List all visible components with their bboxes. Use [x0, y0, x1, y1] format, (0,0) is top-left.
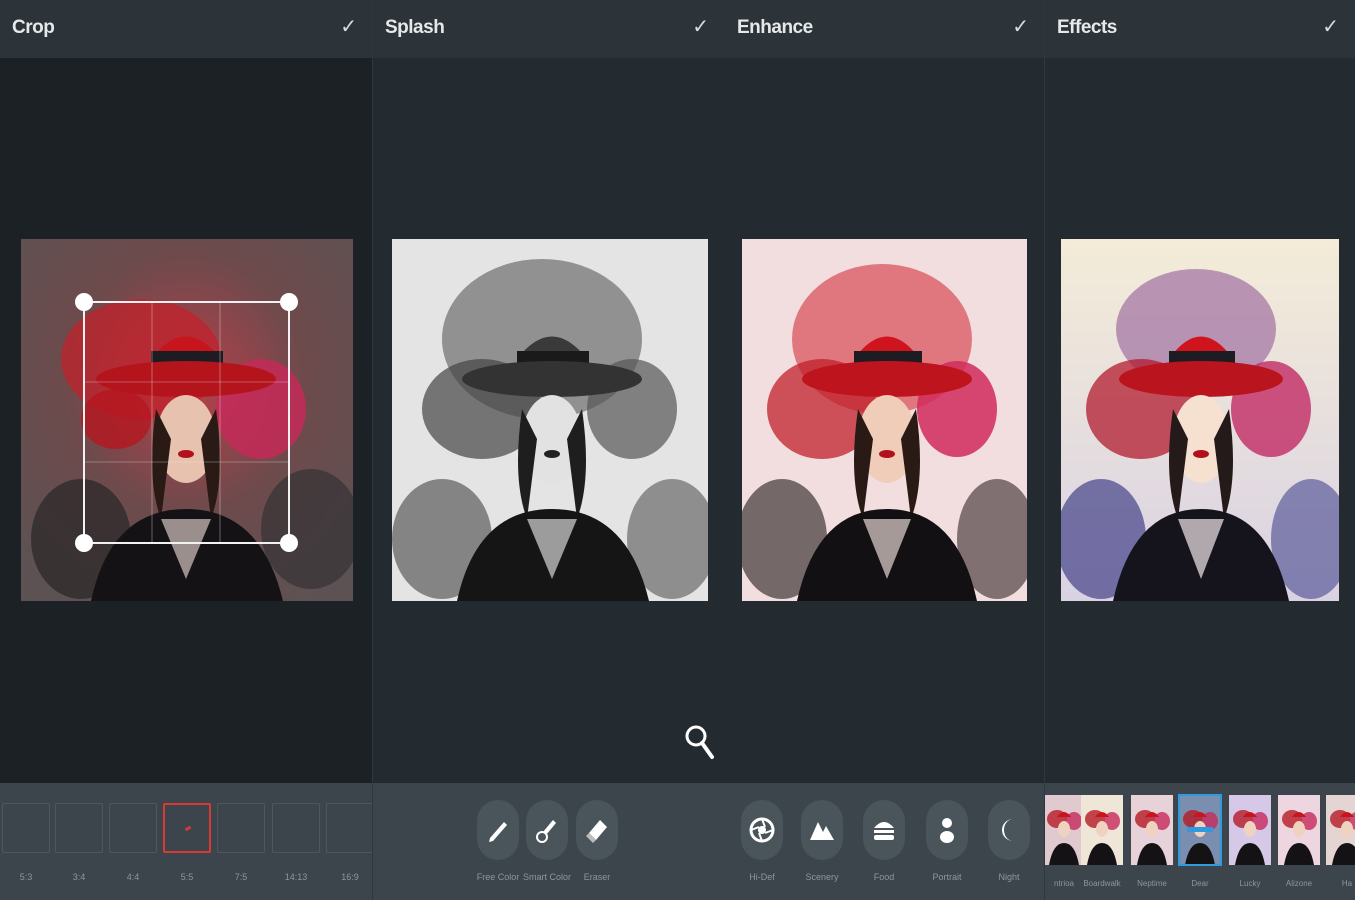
enhance-tool-button[interactable] [863, 800, 905, 860]
crop-ratio-option[interactable] [272, 803, 320, 853]
effect-thumbnail[interactable] [1045, 795, 1085, 865]
effect-thumbnail[interactable] [1278, 795, 1320, 865]
splash-tool-button[interactable] [526, 800, 568, 860]
pencil-icon [489, 822, 507, 842]
splash-panel: Splash ✓ Free Color Smart Color Eraser [373, 0, 725, 900]
crop-title: Crop [12, 17, 55, 38]
effects-title: Effects [1057, 17, 1117, 38]
effect-label: Boardwalk [1083, 879, 1121, 888]
enhance-tool-label: Scenery [805, 872, 839, 882]
burger-icon [874, 822, 894, 840]
crop-panel: Crop ✓ 5:3 3:4 4:4 5:5 7:5 14:13 16:9 [0, 0, 373, 900]
effect-preview [1233, 810, 1268, 865]
enhance-tool-button[interactable] [926, 800, 968, 860]
crop-ratio-option[interactable] [2, 803, 50, 853]
crop-ratio-option[interactable] [55, 803, 103, 853]
crop-confirm-checkmark-icon[interactable]: ✓ [340, 14, 357, 38]
crop-photo [21, 239, 353, 601]
splash-confirm-checkmark-icon[interactable]: ✓ [692, 14, 709, 38]
crop-ratio-label: 16:9 [341, 872, 359, 882]
enhance-panel: Enhance ✓ Hi-Def Scenery Food Portrait N… [725, 0, 1045, 900]
enhance-confirm-checkmark-icon[interactable]: ✓ [1012, 14, 1029, 38]
effect-preview [1047, 810, 1082, 865]
effect-label: Ha [1341, 879, 1353, 888]
moon-icon [1002, 819, 1013, 841]
crop-handle-bottom-left[interactable] [75, 534, 93, 552]
crop-ratio-option[interactable] [109, 803, 157, 853]
crop-ratio-label: 14:13 [284, 872, 308, 882]
panel-divider [372, 0, 373, 900]
selected-marker [184, 825, 192, 832]
crop-ratio-label: 4:4 [126, 872, 140, 882]
crop-handle-top-left[interactable] [75, 293, 93, 311]
crop-ratio-label: 5:5 [180, 872, 194, 882]
effect-preview [1183, 810, 1218, 865]
effect-preview [1085, 810, 1120, 865]
panel-divider [1044, 0, 1045, 900]
enhance-tool-button[interactable] [801, 800, 843, 860]
splash-tool-label: Eraser [583, 872, 611, 882]
enhance-title: Enhance [737, 17, 813, 38]
enhance-tool-label: Portrait [932, 872, 962, 882]
brush-icon [536, 820, 556, 843]
aperture-icon [749, 817, 775, 843]
effect-preview [1330, 810, 1355, 865]
effect-thumbnail[interactable] [1229, 795, 1271, 865]
effect-thumbnail[interactable] [1131, 795, 1173, 865]
crop-ratio-option[interactable] [217, 803, 265, 853]
enhance-topbar: Enhance ✓ [725, 0, 1045, 58]
person-icon [940, 818, 954, 843]
effect-label: Lucky [1239, 879, 1261, 888]
enhance-tool-label: Hi-Def [749, 872, 775, 882]
crop-ratio-option[interactable] [163, 803, 211, 853]
eraser-icon [586, 820, 607, 843]
enhance-photo [742, 239, 1027, 601]
splash-topbar: Splash ✓ [373, 0, 725, 58]
effect-preview [1135, 810, 1170, 865]
effects-panel: Effects ✓ ntrioa Boardwalk Neptime Dear … [1045, 0, 1355, 900]
effect-thumbnail[interactable] [1178, 794, 1222, 866]
effect-label: Dear [1191, 879, 1209, 888]
crop-handle-top-right[interactable] [280, 293, 298, 311]
crop-ratio-label: 3:4 [72, 872, 86, 882]
effect-label: Alizone [1285, 879, 1313, 888]
crop-ratio-option[interactable] [326, 803, 373, 853]
splash-photo [392, 239, 708, 601]
enhance-tool-button[interactable] [988, 800, 1030, 860]
crop-ratio-label: 5:3 [19, 872, 33, 882]
enhance-tool-label: Night [998, 872, 1020, 882]
effect-preview [1282, 810, 1317, 865]
crop-handle-bottom-right[interactable] [280, 534, 298, 552]
enhance-tool-button[interactable] [741, 800, 783, 860]
effects-topbar: Effects ✓ [1045, 0, 1355, 58]
effects-confirm-checkmark-icon[interactable]: ✓ [1322, 14, 1339, 38]
magnifier-icon[interactable] [684, 724, 716, 762]
splash-tool-button[interactable] [477, 800, 519, 860]
app-screenshot: Crop ✓ 5:3 3:4 4:4 5:5 7:5 14:13 16:9 Sp… [0, 0, 1355, 900]
crop-ratio-label: 7:5 [234, 872, 248, 882]
effect-thumbnail[interactable] [1081, 795, 1123, 865]
enhance-tool-label: Food [873, 872, 895, 882]
effect-label: Neptime [1137, 879, 1167, 888]
mountain-icon [810, 822, 834, 840]
effects-photo [1061, 239, 1339, 601]
crop-topbar: Crop ✓ [0, 0, 373, 58]
splash-tool-button[interactable] [576, 800, 618, 860]
splash-title: Splash [385, 17, 445, 38]
effect-thumbnail[interactable] [1326, 795, 1355, 865]
